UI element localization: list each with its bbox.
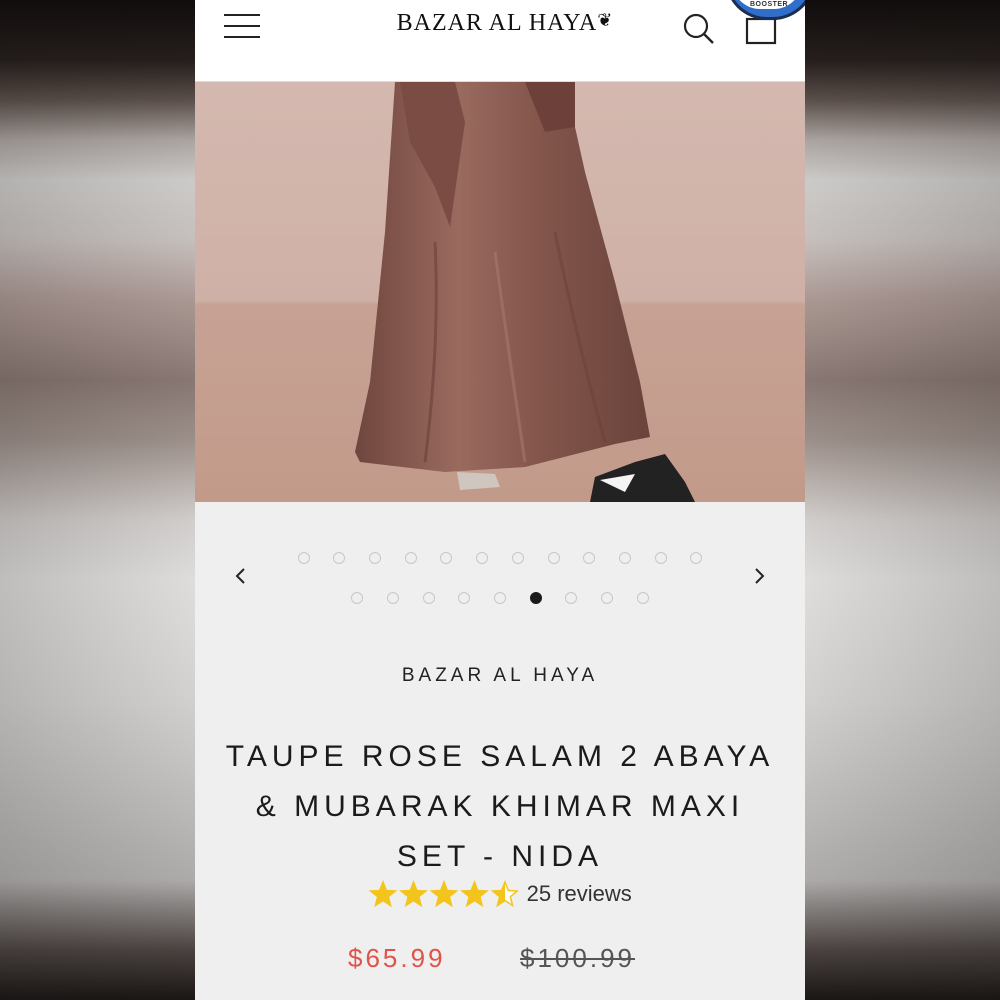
next-image-arrow-icon[interactable]: [747, 562, 771, 590]
booster-badge-text: BOOSTER: [750, 1, 789, 8]
gallery-dot[interactable]: [494, 592, 506, 604]
star-icon: [460, 880, 490, 908]
search-icon[interactable]: [682, 12, 716, 46]
compare-at-price: $100.99: [520, 943, 635, 973]
star-icon: [490, 880, 519, 908]
gallery-dot[interactable]: [618, 552, 631, 564]
store-logo[interactable]: BAZAR AL HAYA❦: [395, 10, 615, 37]
star-icon: [368, 880, 398, 908]
gallery-dot[interactable]: [529, 592, 542, 604]
sale-price: $65.99: [348, 943, 446, 973]
gallery-dot[interactable]: [458, 592, 471, 604]
star-icon: [429, 880, 459, 908]
product-title: TAUPE ROSE SALAM 2 ABAYA & MUBARAK KHIMA…: [225, 740, 775, 873]
product-vendor[interactable]: BAZAR AL HAYA: [195, 665, 805, 687]
previous-image-arrow-icon[interactable]: [229, 562, 253, 590]
gallery-dot[interactable]: [547, 552, 560, 564]
star-rating: [368, 880, 519, 908]
menu-icon[interactable]: [224, 14, 260, 42]
gallery-dot[interactable]: [511, 552, 524, 564]
logo-text: BAZAR AL HAYA: [396, 10, 598, 36]
gallery-dot[interactable]: [351, 592, 364, 604]
gallery-dot[interactable]: [565, 592, 578, 604]
gallery-dot[interactable]: [476, 552, 489, 564]
product-image[interactable]: [195, 82, 805, 502]
gallery-dot[interactable]: [369, 552, 382, 564]
site-header: BAZAR AL HAYA❦ BOOSTER: [195, 0, 805, 82]
gallery-dot[interactable]: [690, 552, 703, 564]
reviews-count[interactable]: 25 reviews: [527, 881, 632, 907]
gallery-dot[interactable]: [386, 592, 399, 604]
gallery-dot[interactable]: [297, 552, 310, 564]
gallery-dot[interactable]: [333, 552, 346, 564]
mobile-page: BAZAR AL HAYA❦ BOOSTER BAZAR AL HAYA TAU…: [195, 0, 805, 1000]
gallery-dot[interactable]: [422, 592, 435, 604]
product-rating[interactable]: 25 reviews: [195, 880, 805, 908]
gallery-dot[interactable]: [404, 552, 417, 564]
gallery-dot[interactable]: [440, 552, 453, 564]
rose-icon: ❦: [597, 10, 614, 30]
gallery-dot[interactable]: [636, 592, 649, 604]
booster-badge[interactable]: BOOSTER: [725, 0, 805, 20]
gallery-dot[interactable]: [654, 552, 667, 564]
gallery-dot[interactable]: [583, 552, 596, 564]
star-icon: [399, 880, 429, 908]
abaya-illustration: [355, 82, 695, 502]
gallery-dot[interactable]: [601, 592, 614, 604]
